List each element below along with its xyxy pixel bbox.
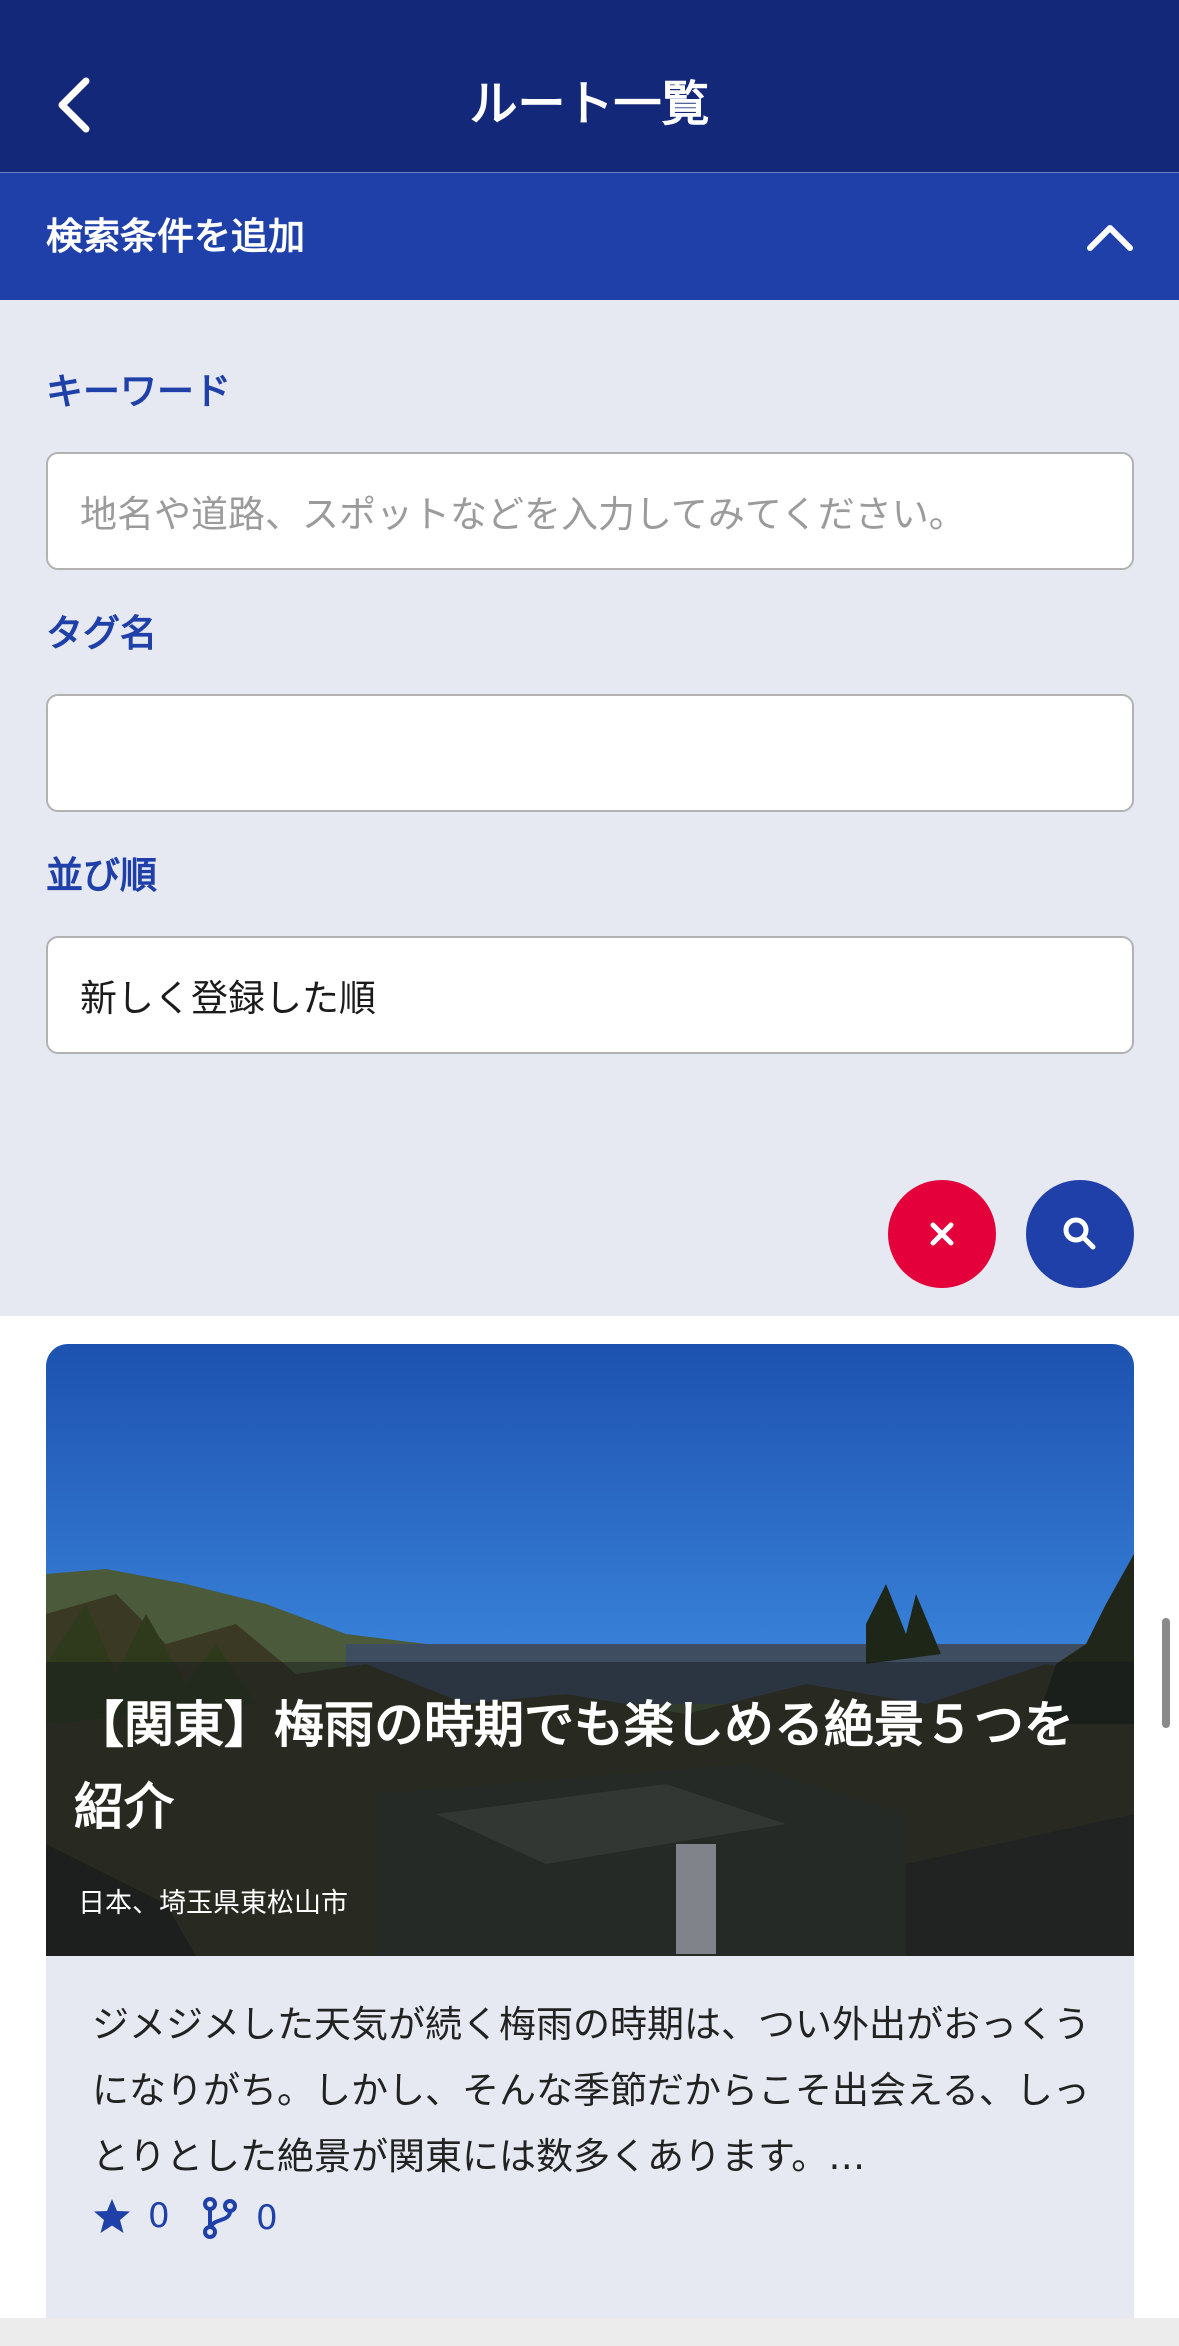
- sort-label: 並び順: [46, 854, 157, 897]
- tag-label: タグ名: [46, 612, 157, 655]
- route-location: 日本、埼玉県東松山市: [78, 1888, 348, 1919]
- sort-value: 新しく登録した順: [80, 977, 376, 1020]
- filter-toggle[interactable]: 検索条件を追加: [0, 172, 1179, 300]
- bottom-edge: [0, 2318, 1179, 2346]
- page-title: ルート一覧: [469, 76, 710, 132]
- app-bar: ルート一覧: [0, 0, 1179, 172]
- collapse-button[interactable]: [1080, 211, 1140, 263]
- clear-button[interactable]: [888, 1180, 996, 1288]
- branches-count: 0: [256, 2198, 278, 2238]
- branch-icon: [203, 2197, 237, 2239]
- route-title: 【関東】梅雨の時期でも楽しめる絶景５つを紹介: [74, 1696, 1074, 1836]
- chevron-up-icon: [1087, 225, 1133, 251]
- route-list: 【関東】梅雨の時期でも楽しめる絶景５つを紹介 日本、埼玉県東松山市 ジメジメした…: [0, 1316, 1179, 2346]
- filter-header-label: 検索条件を追加: [46, 215, 305, 258]
- keyword-label: キーワード: [46, 370, 231, 413]
- route-description: ジメジメした天気が続く梅雨の時期は、つい外出がおっくうになりがち。しかし、そんな…: [92, 2003, 1091, 2178]
- tag-input[interactable]: [46, 694, 1134, 812]
- branches-stat[interactable]: 0: [200, 2196, 278, 2240]
- close-icon: [930, 1222, 954, 1246]
- likes-count: 0: [148, 2196, 170, 2236]
- keyword-placeholder: 地名や道路、スポットなどを入力してみてください。: [80, 493, 966, 536]
- route-card[interactable]: 【関東】梅雨の時期でも楽しめる絶景５つを紹介 日本、埼玉県東松山市 ジメジメした…: [46, 1344, 1134, 2346]
- sort-select[interactable]: 新しく登録した順: [46, 936, 1134, 1054]
- scrollbar[interactable]: [1162, 1618, 1170, 1728]
- search-button[interactable]: [1026, 1180, 1134, 1288]
- star-icon: [94, 2199, 130, 2233]
- keyword-input[interactable]: 地名や道路、スポットなどを入力してみてください。: [46, 452, 1134, 570]
- filter-panel: キーワード 地名や道路、スポットなどを入力してみてください。 タグ名 並び順 新…: [0, 300, 1179, 1316]
- search-icon: [1063, 1217, 1096, 1250]
- likes-stat[interactable]: 0: [92, 2196, 170, 2236]
